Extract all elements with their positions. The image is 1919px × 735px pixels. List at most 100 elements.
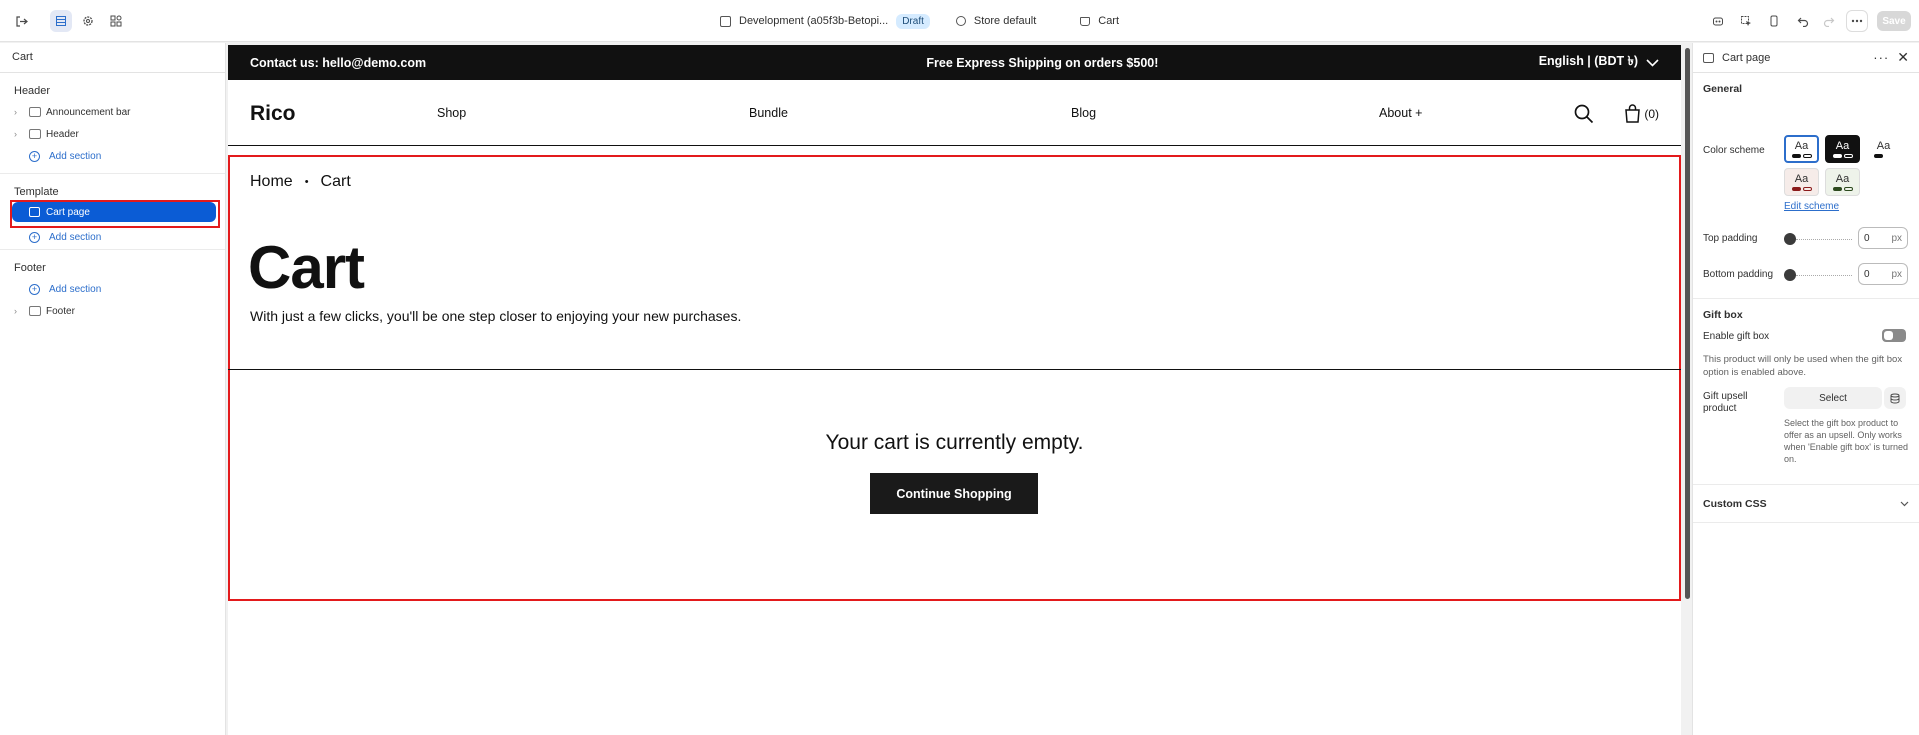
sections-icon[interactable] — [50, 10, 72, 32]
nav-about[interactable]: About + — [1379, 106, 1422, 120]
footer-group-title: Footer — [14, 262, 46, 274]
mobile-icon[interactable] — [1763, 10, 1785, 32]
section-header[interactable]: › Header — [0, 123, 225, 145]
layout-icon — [720, 15, 731, 27]
scheme-swatch-5[interactable]: Aa — [1825, 168, 1860, 196]
select-icon[interactable] — [1735, 10, 1757, 32]
redo-icon[interactable] — [1818, 10, 1840, 32]
empty-cart-message: Your cart is currently empty. — [825, 431, 1084, 454]
selected-section[interactable]: Cart page — [10, 200, 220, 228]
settings-panel: Cart page ··· ✕ General Color scheme Aa … — [1692, 43, 1919, 735]
add-section-template[interactable]: + Add section — [0, 226, 225, 248]
draft-badge: Draft — [896, 13, 930, 29]
section-label: Footer — [46, 305, 75, 317]
site-header: Rico Shop Bundle Blog About + (0) — [228, 80, 1681, 146]
sections-panel: Cart Header › Announcement bar › Header … — [0, 43, 226, 735]
upsell-help-text: Select the gift box product to offer as … — [1784, 418, 1909, 464]
section-icon — [29, 306, 41, 316]
crumb-current: Cart — [320, 173, 351, 190]
dynamic-source-icon[interactable] — [1884, 387, 1906, 409]
top-padding-slider-handle[interactable] — [1784, 233, 1796, 245]
exit-icon[interactable] — [10, 10, 32, 32]
header-cart[interactable]: (0) — [1624, 104, 1659, 123]
swatch-bars — [1791, 154, 1812, 158]
top-padding-value: 0 — [1864, 232, 1870, 244]
section-divider — [228, 369, 1681, 370]
add-section-label: Add section — [49, 231, 102, 243]
unit-label: px — [1891, 268, 1902, 280]
custom-css-section[interactable]: Custom CSS — [1693, 485, 1919, 523]
search-icon[interactable] — [1574, 104, 1594, 124]
section-label: Header — [46, 128, 79, 140]
select-product-button[interactable]: Select — [1784, 387, 1882, 409]
store-label[interactable]: Development (a05f3b-Betopi... — [739, 15, 888, 27]
undo-icon[interactable] — [1792, 10, 1814, 32]
page-subtitle: With just a few clicks, you'll be one st… — [250, 308, 742, 324]
section-footer[interactable]: › Footer — [0, 300, 225, 322]
toggle-knob — [1884, 331, 1893, 340]
swatch-bars — [1832, 187, 1853, 191]
bag-icon — [1080, 16, 1091, 26]
store-info: Development (a05f3b-Betopi... Draft Stor… — [720, 0, 1119, 42]
add-section-label: Add section — [49, 150, 102, 162]
bottom-padding-slider-handle[interactable] — [1784, 269, 1796, 281]
color-scheme-label: Color scheme — [1703, 145, 1765, 156]
header-group-title: Header — [14, 85, 51, 97]
gift-box-toggle[interactable] — [1882, 329, 1906, 342]
nav-shop[interactable]: Shop — [437, 106, 466, 120]
swatch-bars — [1873, 154, 1894, 158]
gift-box-note: This product will only be used when the … — [1703, 354, 1903, 378]
nav-bundle[interactable]: Bundle — [749, 106, 788, 120]
add-section-header[interactable]: + Add section — [0, 145, 225, 167]
contact-text[interactable]: Contact us: hello@demo.com — [250, 56, 426, 70]
swatch-text: Aa — [1794, 173, 1809, 185]
highlight-outline — [10, 200, 220, 228]
gift-upsell-label: Gift upsell product — [1703, 391, 1748, 414]
page-selector[interactable]: Cart — [1098, 15, 1119, 27]
theme-label[interactable]: Store default — [974, 15, 1036, 27]
bottom-padding-value: 0 — [1864, 268, 1870, 280]
language-label: English | (BDT ৳) — [1538, 53, 1638, 68]
chevron-right-icon[interactable]: › — [14, 107, 24, 117]
top-padding-slider-track[interactable] — [1796, 239, 1852, 240]
close-icon[interactable]: ✕ — [1897, 49, 1909, 66]
add-section-label: Add section — [49, 283, 102, 295]
footer-group: Footer + Add section › Footer — [0, 250, 225, 328]
nav-blog[interactable]: Blog — [1071, 106, 1096, 120]
top-padding-input[interactable]: 0 px — [1858, 227, 1908, 249]
scheme-swatch-1[interactable]: Aa — [1784, 135, 1819, 163]
inspector-icon[interactable] — [1707, 10, 1729, 32]
edit-scheme-link[interactable]: Edit scheme — [1784, 201, 1839, 212]
gear-icon[interactable] — [77, 10, 99, 32]
language-currency-selector[interactable]: English | (BDT ৳) — [1539, 53, 1659, 73]
save-button[interactable]: Save — [1877, 11, 1911, 31]
apps-icon[interactable] — [105, 10, 127, 32]
chevron-down-icon[interactable] — [1900, 501, 1909, 507]
settings-title: Cart page — [1722, 51, 1771, 64]
page-title: Cart — [248, 234, 365, 301]
scheme-swatch-2[interactable]: Aa — [1825, 135, 1860, 163]
top-bar: Development (a05f3b-Betopi... Draft Stor… — [0, 0, 1919, 42]
bottom-padding-slider-track[interactable] — [1796, 275, 1852, 276]
add-section-footer[interactable]: + Add section — [0, 278, 225, 300]
enable-gift-box-label: Enable gift box — [1703, 331, 1770, 342]
chevron-right-icon[interactable]: › — [14, 129, 24, 139]
selected-section-outline — [228, 155, 1681, 601]
continue-shopping-button[interactable]: Continue Shopping — [870, 473, 1038, 514]
section-icon — [29, 107, 41, 117]
chevron-right-icon[interactable]: › — [14, 306, 24, 316]
scheme-swatch-3[interactable]: Aa — [1866, 135, 1901, 163]
more-icon[interactable]: ··· — [1873, 50, 1889, 65]
cart-bag-icon — [1625, 104, 1641, 123]
header-group: Header › Announcement bar › Header + Add… — [0, 73, 225, 174]
custom-css-heading: Custom CSS — [1703, 497, 1767, 510]
announcement-bar: Contact us: hello@demo.com Free Express … — [228, 45, 1681, 80]
bottom-padding-input[interactable]: 0 px — [1858, 263, 1908, 285]
section-announcement-bar[interactable]: › Announcement bar — [0, 101, 225, 123]
store-logo[interactable]: Rico — [250, 102, 296, 126]
preview-scrollbar[interactable] — [1685, 48, 1690, 599]
more-icon[interactable] — [1846, 10, 1868, 32]
scheme-swatch-4[interactable]: Aa — [1784, 168, 1819, 196]
crumb-home[interactable]: Home — [250, 173, 293, 191]
section-icon — [29, 129, 41, 139]
